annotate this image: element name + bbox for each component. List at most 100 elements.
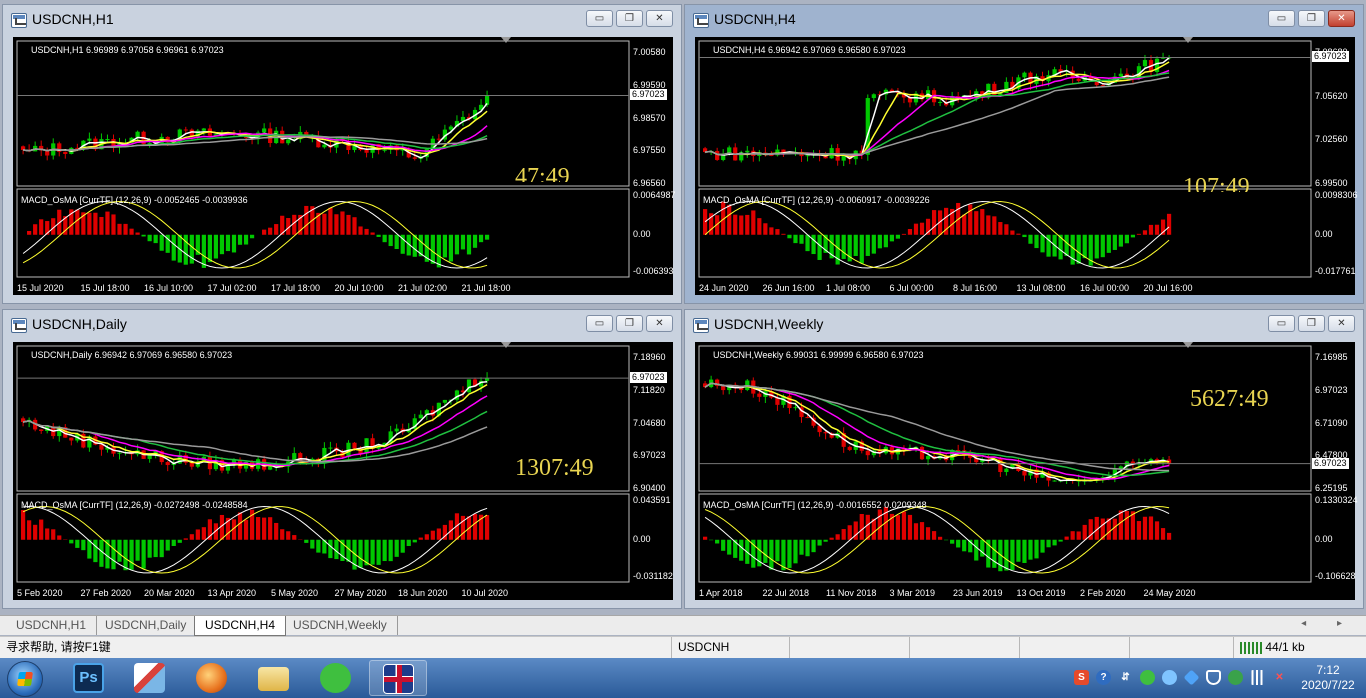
chart-shift-marker[interactable]: [501, 342, 511, 348]
osma-bar: [213, 234, 219, 259]
osma-bar: [799, 539, 804, 555]
candle-body: [715, 151, 720, 160]
photoshop-taskbar-button[interactable]: Ps: [60, 660, 118, 696]
osma-bar: [388, 234, 393, 247]
chart-canvas[interactable]: USDCNH,H4 6.96942 6.97069 6.96580 6.9702…: [695, 37, 1358, 295]
oscillator-scale-label: 0.043591: [633, 495, 671, 505]
osma-bar: [871, 234, 876, 254]
window-titlebar[interactable]: USDCNH,H1 ▭ ❐ ✕: [3, 5, 681, 34]
macd-signal-line: [22, 201, 488, 269]
close-button[interactable]: ✕: [646, 10, 673, 27]
osma-bar: [769, 539, 774, 570]
osma-bar: [763, 223, 768, 235]
osma-bar: [274, 522, 279, 540]
cloud-icon[interactable]: [1162, 670, 1177, 685]
candle-body: [1004, 468, 1009, 473]
osma-bar: [853, 234, 858, 256]
metatrader-taskbar-button[interactable]: [369, 660, 427, 696]
restore-button[interactable]: ❐: [1298, 10, 1325, 27]
time-axis-label: 20 Jul 16:00: [1143, 283, 1193, 293]
minimize-button[interactable]: ▭: [1268, 10, 1295, 27]
wechat-tray-icon[interactable]: [1140, 670, 1155, 685]
connection-bars-icon: [1240, 641, 1262, 654]
minimize-button[interactable]: ▭: [586, 10, 613, 27]
sogou-ime-icon[interactable]: S: [1074, 670, 1089, 685]
chart-window-h1[interactable]: USDCNH,H1 ▭ ❐ ✕ USDCNH,H1 6.96989 6.9705…: [2, 4, 682, 304]
chart-canvas[interactable]: USDCNH,Weekly 6.99031 6.99999 6.96580 6.…: [695, 342, 1358, 600]
osma-bar: [1040, 234, 1045, 253]
candle-body: [847, 446, 852, 450]
chart-window-h4[interactable]: USDCNH,H4 ▭ ❐ ✕ USDCNH,H4 6.96942 6.9706…: [684, 4, 1364, 304]
osma-bar: [123, 539, 128, 571]
clock-date: 2020/7/22: [1301, 678, 1355, 692]
osma-bar: [171, 234, 176, 261]
restore-button[interactable]: ❐: [616, 10, 643, 27]
candle-body: [1076, 78, 1081, 81]
security-icon[interactable]: [1228, 670, 1243, 685]
price-scale-label: 6.71090: [1315, 417, 1348, 428]
candle-body: [352, 442, 357, 449]
osma-bar: [33, 224, 38, 235]
shield-icon[interactable]: [1206, 670, 1221, 685]
osma-bar: [763, 539, 768, 563]
osma-bar: [1004, 224, 1009, 235]
network-icon[interactable]: [1250, 670, 1265, 685]
time-axis-label: 10 Jul 2020: [461, 588, 509, 598]
osma-bar: [817, 539, 822, 546]
price-scale-label: 6.90400: [633, 483, 666, 493]
chart-shift-marker[interactable]: [1183, 342, 1193, 348]
restore-button[interactable]: ❐: [616, 315, 643, 332]
candle-body: [322, 144, 327, 148]
osma-bar: [304, 205, 309, 235]
diamond-icon[interactable]: [1183, 669, 1200, 686]
osma-bar: [472, 234, 478, 248]
chart-canvas[interactable]: USDCNH,H1 6.96989 6.97058 6.96961 6.9702…: [13, 37, 676, 295]
minimize-button[interactable]: ▭: [1268, 315, 1295, 332]
chart-shift-marker[interactable]: [501, 37, 511, 43]
osma-bar: [1016, 539, 1021, 562]
window-titlebar[interactable]: USDCNH,Daily ▭ ❐ ✕: [3, 310, 681, 339]
chart-window-daily[interactable]: USDCNH,Daily ▭ ❐ ✕ USDCNH,Daily 6.96942 …: [2, 309, 682, 609]
tab-usdcnh-h4[interactable]: USDCNH,H4: [194, 616, 287, 636]
paint-taskbar-button[interactable]: [121, 660, 179, 696]
price-scale-label: 7.02560: [1315, 134, 1348, 145]
chart-window-weekly[interactable]: USDCNH,Weekly ▭ ❐ ✕ USDCNH,Weekly 6.9903…: [684, 309, 1364, 609]
candle-body: [721, 385, 726, 391]
tab-usdcnh-h1[interactable]: USDCNH,H1: [6, 616, 98, 635]
osma-bar: [484, 515, 490, 540]
window-titlebar[interactable]: USDCNH,Weekly ▭ ❐ ✕: [685, 310, 1363, 339]
window-titlebar[interactable]: USDCNH,H4 ▭ ❐ ✕: [685, 5, 1363, 34]
start-button[interactable]: [7, 661, 43, 697]
osma-bar: [243, 234, 249, 245]
osma-bar: [135, 232, 140, 235]
help-icon[interactable]: ?: [1096, 670, 1111, 685]
minimize-button[interactable]: ▭: [586, 315, 613, 332]
restore-button[interactable]: ❐: [1298, 315, 1325, 332]
status-symbol: USDCNH: [672, 637, 790, 659]
osma-bar: [787, 234, 792, 239]
chart-shift-marker[interactable]: [1183, 37, 1193, 43]
explorer-taskbar-button[interactable]: [245, 660, 303, 696]
time-axis-label: 17 Jul 02:00: [207, 283, 257, 293]
osma-bar: [370, 232, 375, 235]
close-button[interactable]: ✕: [1328, 10, 1355, 27]
osma-bar: [835, 534, 840, 540]
time-axis-label: 11 Nov 2018: [826, 588, 877, 598]
status-empty: [790, 637, 910, 659]
time-axis-label: 23 Jun 2019: [953, 588, 1003, 598]
browser-taskbar-button[interactable]: [183, 660, 241, 696]
osma-bar: [1130, 234, 1136, 238]
chart-canvas[interactable]: USDCNH,Daily 6.96942 6.97069 6.96580 6.9…: [13, 342, 673, 600]
osma-bar: [1034, 234, 1039, 249]
close-button[interactable]: ✕: [1328, 315, 1355, 332]
system-clock[interactable]: 7:12 2020/7/22: [1298, 663, 1358, 693]
osma-bar: [1046, 539, 1051, 548]
price-scale-label: 6.25195: [1315, 483, 1348, 493]
volume-muted-icon[interactable]: ✕: [1272, 670, 1287, 685]
wechat-taskbar-button[interactable]: [307, 660, 365, 696]
tray-arrow-icon[interactable]: ⇵: [1118, 670, 1133, 685]
tab-usdcnh-daily[interactable]: USDCNH,Daily: [95, 616, 198, 635]
tab-usdcnh-weekly[interactable]: USDCNH,Weekly: [283, 616, 398, 635]
close-button[interactable]: ✕: [646, 315, 673, 332]
tab-scroll-arrows[interactable]: ◂ ▸: [1301, 618, 1356, 629]
